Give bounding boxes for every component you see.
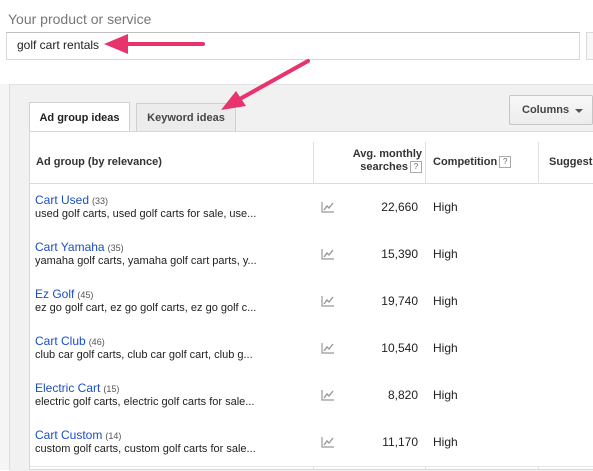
ad-group-link[interactable]: Cart Custom (14) bbox=[35, 428, 121, 442]
column-header-ad-group[interactable]: Ad group (by relevance) bbox=[36, 156, 162, 168]
help-icon[interactable]: ? bbox=[410, 161, 422, 174]
keyword-count: (14) bbox=[105, 431, 122, 441]
caret-down-icon bbox=[575, 108, 584, 113]
competition-value: High bbox=[433, 247, 458, 261]
table-row: Cart Yamaha (35) yamaha golf carts, yamah… bbox=[30, 231, 593, 279]
trend-chart-icon[interactable] bbox=[321, 436, 335, 448]
keyword-preview: ez go golf cart, ez go golf carts, ez go… bbox=[35, 302, 257, 314]
column-header-suggested-bid[interactable]: Suggest bbox=[549, 156, 592, 168]
table-header: Ad group (by relevance) Avg. monthly sea… bbox=[30, 142, 593, 184]
searches-label: searches bbox=[360, 161, 408, 173]
keyword-preview: electric golf carts, electric golf carts… bbox=[35, 396, 255, 408]
ad-group-title: Cart Used bbox=[35, 193, 90, 207]
ad-group-table: Ad group (by relevance) Avg. monthly sea… bbox=[29, 131, 593, 470]
trend-chart-icon[interactable] bbox=[321, 201, 335, 213]
tab-ad-group-ideas[interactable]: Ad group ideas bbox=[29, 102, 130, 132]
ad-group-title: Electric Cart bbox=[35, 381, 101, 395]
table-row: Ez Golf (45) ez go golf cart, ez go golf … bbox=[30, 278, 593, 326]
tab-keyword-ideas[interactable]: Keyword ideas bbox=[136, 103, 236, 132]
avg-monthly-label: Avg. monthly bbox=[352, 148, 422, 160]
trend-chart-icon[interactable] bbox=[321, 248, 335, 260]
trend-chart-icon[interactable] bbox=[321, 342, 335, 354]
table-row: Cart Club (46) club car golf carts, club … bbox=[30, 325, 593, 373]
ad-group-title: Cart Yamaha bbox=[35, 240, 105, 254]
ad-group-link[interactable]: Cart Club (46) bbox=[35, 334, 105, 348]
ad-group-link[interactable]: Electric Cart (15) bbox=[35, 381, 119, 395]
keyword-count: (45) bbox=[77, 290, 94, 300]
ad-group-link[interactable]: Ez Golf (45) bbox=[35, 287, 93, 301]
competition-value: High bbox=[433, 294, 458, 308]
avg-monthly-searches: 8,820 bbox=[387, 388, 418, 402]
keyword-preview: yamaha golf carts, yamaha golf cart part… bbox=[35, 255, 257, 267]
competition-value: High bbox=[433, 435, 458, 449]
columns-button[interactable]: Columns bbox=[509, 95, 593, 125]
keyword-preview: custom golf carts, custom golf carts for… bbox=[35, 443, 256, 455]
avg-monthly-searches: 15,390 bbox=[381, 247, 418, 261]
ad-group-link[interactable]: Cart Used (33) bbox=[35, 193, 108, 207]
table-row: Electric Cart (15) electric golf carts, e… bbox=[30, 372, 593, 420]
ad-group-link[interactable]: Cart Yamaha (35) bbox=[35, 240, 124, 254]
keyword-count: (35) bbox=[107, 243, 124, 253]
trend-chart-icon[interactable] bbox=[321, 389, 335, 401]
table-row: Cart Custom (14) custom golf carts, custo… bbox=[30, 419, 593, 467]
column-header-competition[interactable]: Competition? bbox=[433, 156, 512, 169]
avg-monthly-searches: 10,540 bbox=[381, 341, 418, 355]
competition-value: High bbox=[433, 200, 458, 214]
help-icon[interactable]: ? bbox=[499, 156, 512, 169]
left-rail bbox=[0, 84, 10, 470]
ad-group-title: Cart Club bbox=[35, 334, 86, 348]
competition-label: Competition bbox=[433, 156, 498, 168]
avg-monthly-searches: 11,170 bbox=[382, 435, 418, 449]
trend-chart-icon[interactable] bbox=[321, 295, 335, 307]
avg-monthly-searches: 19,740 bbox=[381, 294, 418, 308]
keyword-preview: club car golf carts, club car golf cart,… bbox=[35, 349, 253, 361]
product-input[interactable]: golf cart rentals bbox=[6, 32, 580, 60]
column-header-avg-monthly-searches[interactable]: Avg. monthly searches? bbox=[340, 148, 422, 174]
columns-button-label: Columns bbox=[522, 104, 570, 116]
keyword-count: (33) bbox=[92, 196, 109, 206]
keyword-count: (15) bbox=[103, 384, 120, 394]
keyword-count: (46) bbox=[88, 337, 105, 347]
table-row: Cart Used (33) used golf carts, used golf… bbox=[30, 184, 593, 232]
side-button[interactable] bbox=[586, 32, 593, 60]
product-label: Your product or service bbox=[8, 11, 152, 27]
ad-group-title: Ez Golf bbox=[35, 287, 75, 301]
competition-value: High bbox=[433, 341, 458, 355]
keyword-preview: used golf carts, used golf carts for sal… bbox=[35, 208, 257, 220]
ad-group-title: Cart Custom bbox=[35, 428, 103, 442]
avg-monthly-searches: 22,660 bbox=[381, 200, 418, 214]
competition-value: High bbox=[433, 388, 458, 402]
